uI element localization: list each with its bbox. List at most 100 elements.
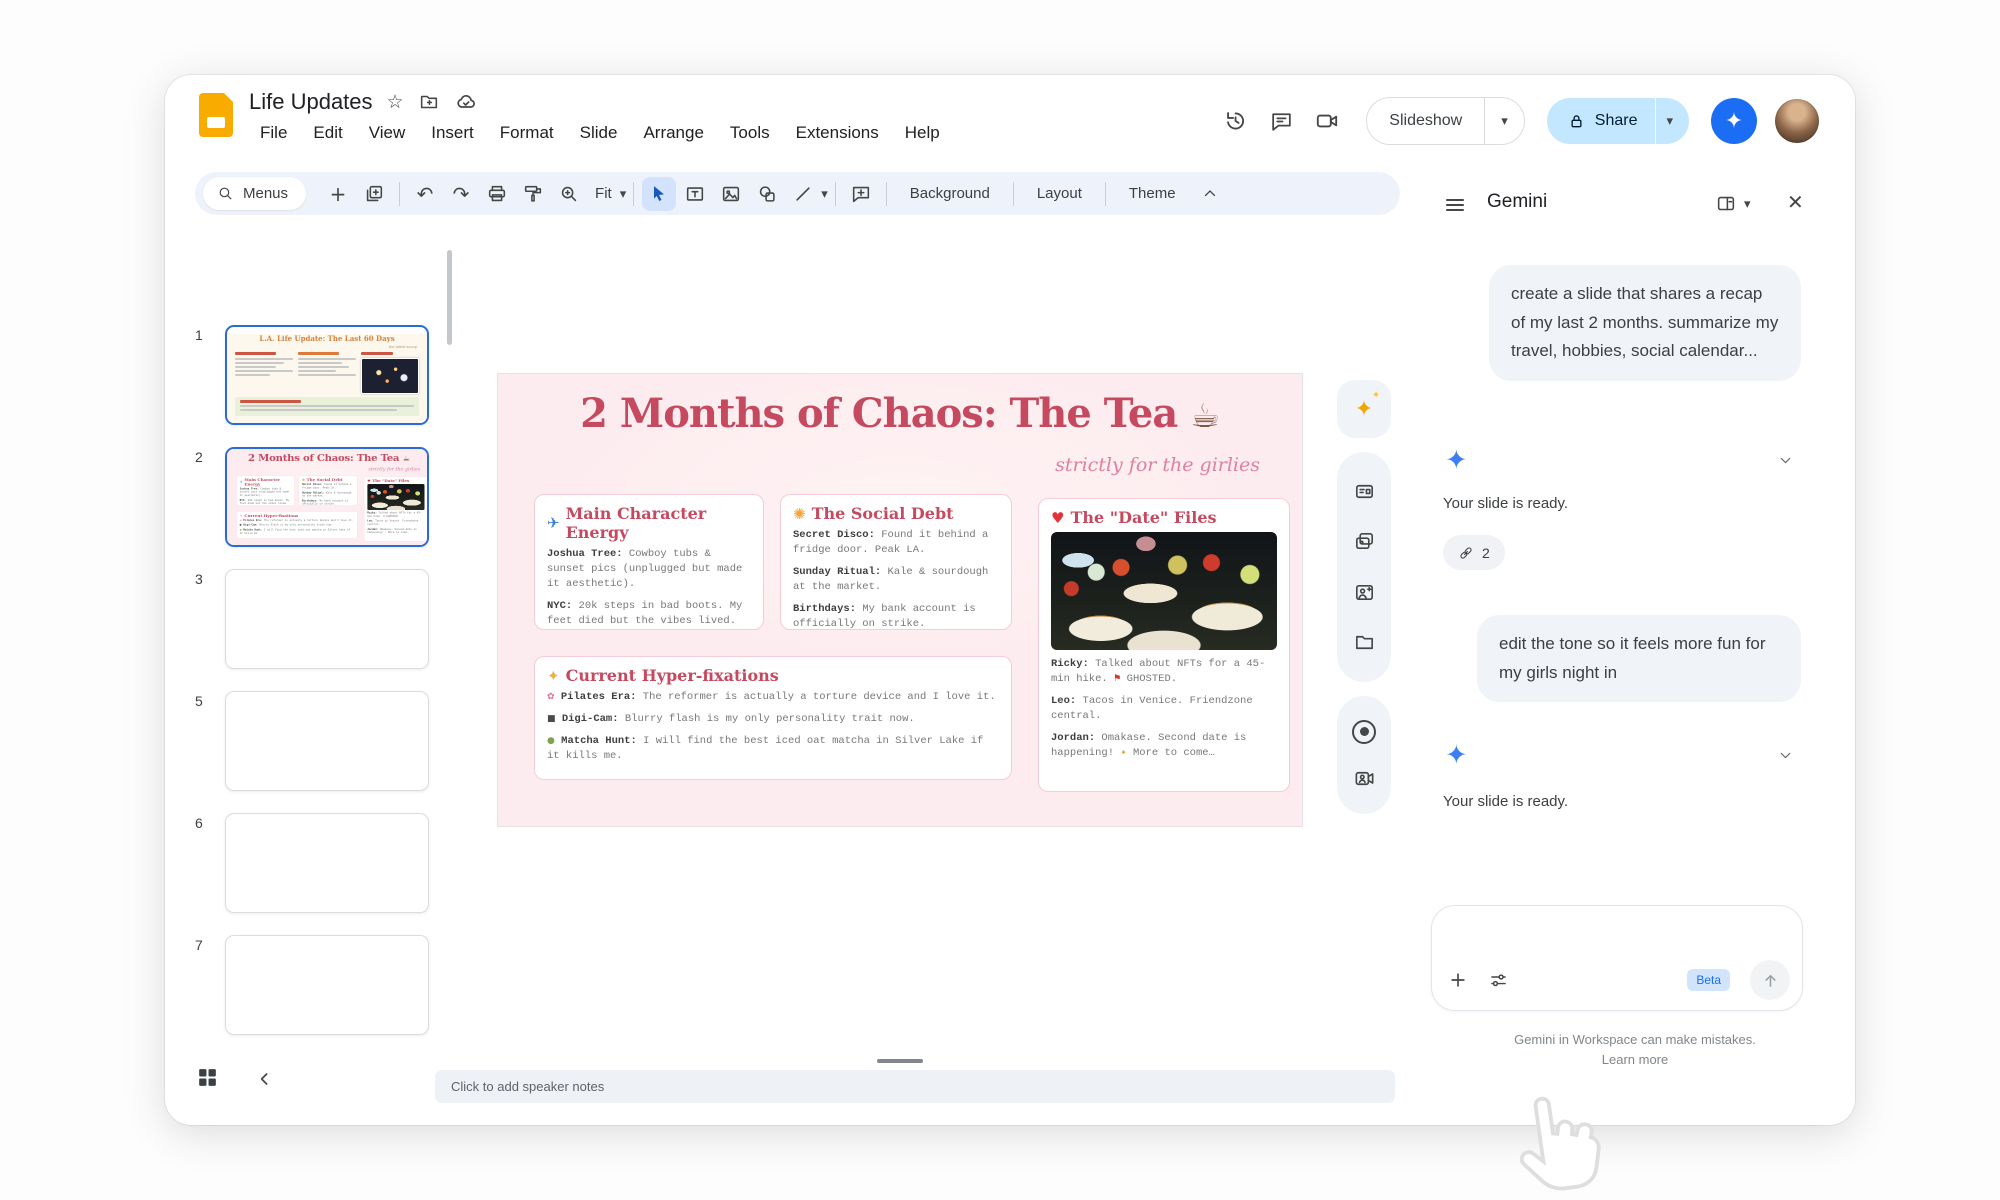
comments-icon[interactable] [1258,98,1304,144]
version-history-icon[interactable] [1212,98,1258,144]
send-button[interactable] [1750,960,1790,1000]
textbox-icon[interactable] [678,177,712,211]
menu-insert[interactable]: Insert [420,120,485,146]
menu-file[interactable]: File [249,120,298,146]
card-hyper-fixations[interactable]: ✦Current Hyper-fixations ✿ Pilates Era: … [534,656,1012,780]
photos-stack-icon[interactable] [1353,530,1376,553]
notes-resize-handle[interactable] [877,1059,923,1063]
menu-format[interactable]: Format [489,120,565,146]
tune-settings-icon[interactable] [1488,970,1509,991]
magic-create-button[interactable]: ✦ [1337,380,1391,438]
avatar[interactable] [1775,99,1819,143]
sparkle-icon: ✦ [1725,108,1743,134]
collapse-response-2-chevron-down-icon[interactable] [1777,747,1794,764]
slide-2-thumbnail[interactable]: 2 Months of Chaos: The Tea ☕ strictly fo… [225,447,429,547]
card-item: ■ Digi-Cam: Blurry flash is my only pers… [547,712,999,727]
comment-add-icon[interactable] [844,177,878,211]
menu-hamburger-icon[interactable] [1443,193,1467,217]
lock-icon [1567,112,1586,131]
sources-chip[interactable]: 2 [1443,535,1505,570]
learn-more-link[interactable]: Learn more [1415,1050,1855,1070]
line-caret[interactable]: ▾ [821,186,828,202]
background-button[interactable]: Background [894,185,1006,202]
shape-icon[interactable] [750,177,784,211]
card-main-character-energy[interactable]: ✈Main Character Energy Joshua Tree: Cowb… [534,494,764,630]
menu-arrange[interactable]: Arrange [632,120,714,146]
fit-caret[interactable]: ▾ [620,186,627,202]
zoom-icon[interactable] [552,177,586,211]
select-tool-button[interactable] [642,177,676,211]
gemini-prompt-input[interactable]: Beta [1431,905,1803,1011]
card-item: Sunday Ritual: Kale & sourdough at the m… [793,565,999,595]
panel-layout-control[interactable]: ▾ [1715,193,1751,215]
new-slide-plus-button[interactable]: + [321,177,355,211]
slide-1-thumbnail[interactable]: L.A. Life Update: The Last 60 Days the l… [225,325,429,425]
slide-5-thumbnail[interactable] [225,691,429,791]
move-folder-icon[interactable] [418,91,440,113]
card-social-debt[interactable]: ✺The Social Debt Secret Disco: Found it … [780,494,1012,630]
camera-record-icon[interactable] [1353,767,1376,790]
add-attachment-button[interactable] [1448,970,1468,990]
menu-slide[interactable]: Slide [569,120,629,146]
paint-format-icon[interactable] [516,177,550,211]
print-icon[interactable] [480,177,514,211]
slideshow-caret[interactable]: ▾ [1485,98,1524,144]
gemini-button[interactable]: ✦ [1711,98,1757,144]
grid-view-icon[interactable] [195,1065,220,1090]
fit-zoom-select[interactable]: Fit [587,185,620,202]
slideshow-button[interactable]: Slideshow [1367,98,1484,144]
slides-logo-icon[interactable] [199,93,233,137]
slide-subtitle[interactable]: strictly for the girlies [1055,454,1260,476]
document-title[interactable]: Life Updates [249,89,373,115]
collapse-filmstrip-chevron-left-icon[interactable] [255,1069,275,1089]
thumbnail-text-lines [298,352,356,394]
card-heading: ♥The "Date" Files [1051,508,1277,527]
slide-7-thumbnail[interactable] [225,935,429,1035]
card-item: Joshua Tree: Cowboy tubs & sunset pics (… [547,547,751,592]
slide-3-thumbnail[interactable] [225,569,429,669]
undo-icon[interactable]: ↶ [408,177,442,211]
speaker-notes-input[interactable]: Click to add speaker notes [435,1070,1395,1103]
share-button[interactable]: Share [1547,98,1656,144]
menu-help[interactable]: Help [894,120,951,146]
slide-number: 5 [195,691,225,791]
gemini-sparkle-icon: ✦ [1445,445,1468,476]
line-icon[interactable] [786,177,820,211]
cloud-status-icon[interactable] [454,90,478,114]
current-slide[interactable]: 2 Months of Chaos: The Tea ☕ strictly fo… [497,373,1303,827]
filmstrip-scrollbar[interactable] [447,250,452,345]
menu-tools[interactable]: Tools [719,120,781,146]
magic-sparkle-icon: ✦ [1355,397,1373,422]
user-message-2: edit the tone so it feels more fun for m… [1477,615,1801,702]
image-person-icon[interactable] [1353,581,1376,604]
folder-icon[interactable] [1353,631,1376,654]
star-icon[interactable]: ☆ [387,91,404,114]
card-item: Leo: Tacos in Venice. Friendzone central… [1051,694,1277,724]
search-menus-button[interactable]: Menus [203,177,306,210]
slide-6-thumbnail[interactable] [225,813,429,913]
disclaimer-text: Gemini in Workspace can make mistakes. [1415,1030,1855,1050]
close-icon[interactable]: ✕ [1787,190,1804,214]
collapse-response-1-chevron-down-icon[interactable] [1777,452,1794,469]
new-slide-layout-button[interactable] [357,177,391,211]
share-caret[interactable]: ▾ [1655,98,1689,144]
hand-cursor [1492,1078,1623,1200]
user-message-1: create a slide that shares a recap of my… [1489,265,1801,381]
redo-icon[interactable]: ↷ [444,177,478,211]
record-button[interactable] [1352,720,1376,744]
card-item: NYC: 20k steps in bad boots. My feet die… [547,599,751,629]
card-date-files[interactable]: ♥The "Date" Files Ricky: Talked about NF… [1038,498,1290,792]
layout-button[interactable]: Layout [1021,185,1098,202]
collapse-toolbar-chevron-up-icon[interactable] [1193,177,1227,211]
templates-icon[interactable] [1353,480,1376,503]
meet-camera-icon[interactable] [1304,98,1350,144]
menu-extensions[interactable]: Extensions [785,120,890,146]
slide-3-row: 3 [195,569,429,669]
image-icon[interactable] [714,177,748,211]
card-item: Birthdays: My bank account is officially… [793,602,999,632]
slide-5-row: 5 [195,691,429,791]
menu-edit[interactable]: Edit [302,120,353,146]
slide-title[interactable]: 2 Months of Chaos: The Tea ☕ [498,390,1302,437]
theme-button[interactable]: Theme [1113,185,1192,202]
menu-view[interactable]: View [358,120,417,146]
